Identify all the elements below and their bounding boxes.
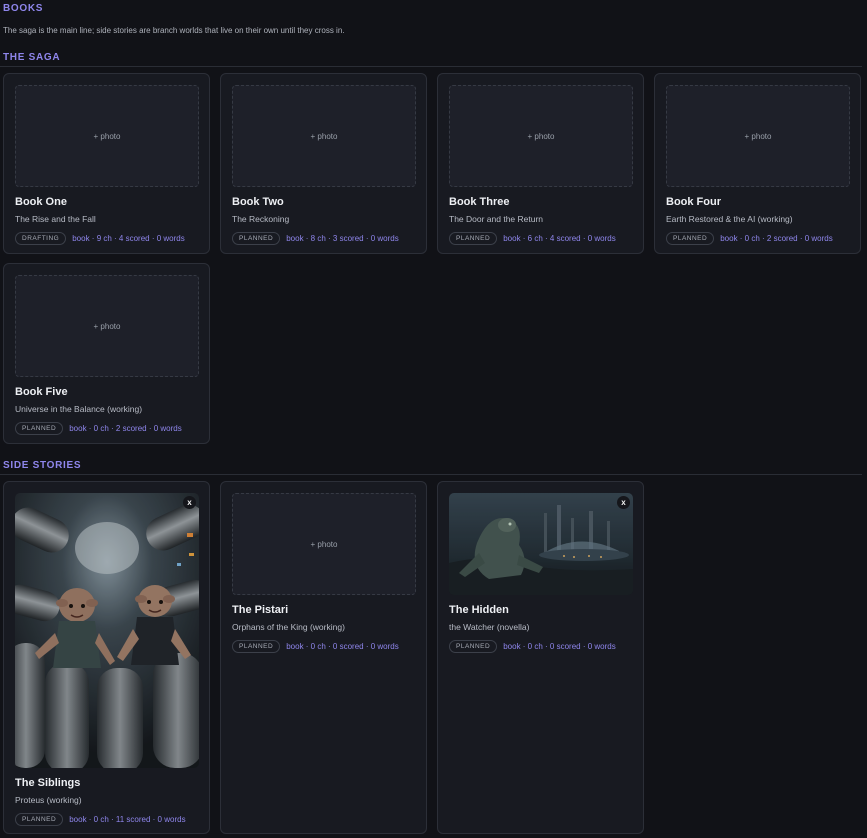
book-subtitle: The Door and the Return: [449, 214, 544, 224]
book-stats: book · 8 ch · 3 scored · 0 words: [286, 234, 399, 243]
story-subtitle: the Watcher (novella): [449, 622, 530, 632]
cover-photo: [449, 493, 633, 595]
story-title: The Pistari: [232, 604, 289, 616]
remove-photo-button[interactable]: x: [183, 496, 196, 509]
story-stats: book · 0 ch · 0 scored · 0 words: [503, 642, 616, 651]
story-subtitle: Proteus (working): [15, 795, 82, 805]
section-heading-side-stories: SIDE STORIES: [3, 460, 82, 471]
status-badge: PLANNED: [449, 640, 498, 653]
book-title: Book Five: [15, 386, 68, 398]
book-card[interactable]: + photo Book One The Rise and the Fall D…: [3, 73, 210, 254]
add-photo-button[interactable]: + photo: [15, 275, 199, 377]
book-title: Book Three: [449, 196, 510, 208]
story-card[interactable]: x The Siblings Proteus (working) PLANNED…: [3, 481, 210, 834]
status-badge: PLANNED: [232, 232, 281, 245]
story-stats: book · 0 ch · 0 scored · 0 words: [286, 642, 399, 651]
status-badge: PLANNED: [232, 640, 281, 653]
book-subtitle: Earth Restored & the AI (working): [666, 214, 793, 224]
book-card[interactable]: + photo Book Five Universe in the Balanc…: [3, 263, 210, 444]
story-card[interactable]: + photo The Pistari Orphans of the King …: [220, 481, 427, 834]
status-badge: PLANNED: [15, 813, 64, 826]
book-card[interactable]: + photo Book Four Earth Restored & the A…: [654, 73, 861, 254]
book-card[interactable]: + photo Book Three The Door and the Retu…: [437, 73, 644, 254]
book-title: Book Four: [666, 196, 721, 208]
book-stats: book · 9 ch · 4 scored · 0 words: [72, 234, 185, 243]
book-subtitle: The Reckoning: [232, 214, 290, 224]
book-stats: book · 6 ch · 4 scored · 0 words: [503, 234, 616, 243]
page-intro: The saga is the main line; side stories …: [3, 26, 345, 35]
book-subtitle: Universe in the Balance (working): [15, 404, 143, 414]
add-photo-button[interactable]: + photo: [15, 85, 199, 187]
remove-photo-button[interactable]: x: [617, 496, 630, 509]
section-heading-saga: THE SAGA: [3, 52, 61, 63]
book-card[interactable]: + photo Book Two The Reckoning PLANNED b…: [220, 73, 427, 254]
add-photo-button[interactable]: + photo: [232, 493, 416, 595]
section-divider: [0, 66, 862, 67]
cover-photo: [15, 493, 199, 768]
story-stats: book · 0 ch · 11 scored · 0 words: [69, 815, 186, 824]
story-title: The Siblings: [15, 777, 81, 789]
status-badge: DRAFTING: [15, 232, 67, 245]
book-stats: book · 0 ch · 2 scored · 0 words: [720, 234, 833, 243]
page-title: BOOKS: [3, 3, 44, 14]
story-card[interactable]: x The Hidden the Watcher (novella) PLANN…: [437, 481, 644, 834]
cover-image[interactable]: x: [15, 493, 199, 768]
add-photo-button[interactable]: + photo: [666, 85, 850, 187]
add-photo-button[interactable]: + photo: [449, 85, 633, 187]
book-title: Book Two: [232, 196, 284, 208]
story-subtitle: Orphans of the King (working): [232, 622, 345, 632]
story-title: The Hidden: [449, 604, 509, 616]
status-badge: PLANNED: [449, 232, 498, 245]
book-title: Book One: [15, 196, 67, 208]
status-badge: PLANNED: [666, 232, 715, 245]
cover-image[interactable]: x: [449, 493, 633, 595]
add-photo-button[interactable]: + photo: [232, 85, 416, 187]
status-badge: PLANNED: [15, 422, 64, 435]
book-stats: book · 0 ch · 2 scored · 0 words: [69, 424, 182, 433]
book-subtitle: The Rise and the Fall: [15, 214, 96, 224]
section-divider: [0, 474, 862, 475]
